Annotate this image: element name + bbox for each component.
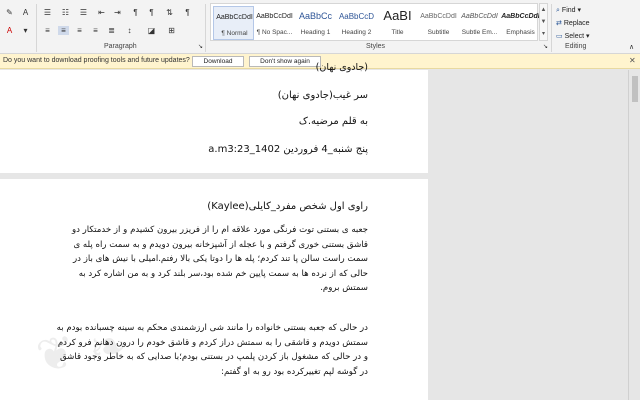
style-sample: AaBbCcDdI xyxy=(501,13,540,20)
chevron-up-icon[interactable]: ▲ xyxy=(540,4,547,16)
collapse-ribbon-icon[interactable]: ∧ xyxy=(626,43,637,52)
font-color-a-icon[interactable]: A xyxy=(20,8,31,17)
narrator-heading[interactable]: راوی اول شخص مفرد_کایلی(Kaylee) xyxy=(48,201,368,212)
bullets-icon[interactable]: ☰ xyxy=(42,8,53,17)
styles-group-label: Styles xyxy=(366,43,386,50)
align-left-icon[interactable]: ≡ xyxy=(42,26,53,35)
style-sample: AaBbCcDdI xyxy=(420,13,457,20)
style-name: Title xyxy=(391,29,404,36)
select-button[interactable]: ▭ Select ▾ xyxy=(556,32,590,40)
paragraph-group-label: Paragraph xyxy=(104,43,137,50)
style-name: Subtitle xyxy=(427,29,450,36)
vertical-scrollbar[interactable] xyxy=(628,70,640,400)
highlight-icon[interactable]: ✎ xyxy=(4,8,15,17)
style-sample: AaBbCcDdI xyxy=(461,13,498,20)
document-line[interactable]: پنج شنبه_4 فروردین 1402_a.m3:23 xyxy=(48,144,368,155)
paragraph[interactable]: جعبه ی بستنی توت فرنگی مورد علاقه ام را … xyxy=(56,223,368,296)
justify-icon[interactable]: ≡ xyxy=(90,26,101,35)
style-heading-2[interactable]: AaBbCcD Heading 2 xyxy=(336,6,377,40)
rtl-icon[interactable]: ¶ xyxy=(146,8,157,17)
decrease-indent-icon[interactable]: ⇤ xyxy=(96,8,107,17)
paragraph[interactable]: در حالی که جعبه بستنی خانواده را مانند ش… xyxy=(56,321,368,379)
select-label: Select xyxy=(564,33,585,40)
align-center-icon[interactable]: ≡ xyxy=(58,26,69,35)
style-sample: AaBI xyxy=(383,8,412,23)
document-page[interactable]: (جادوی نهان) سر غیب(جادوی نهان) به قلم م… xyxy=(0,62,428,173)
style-no-spacing[interactable]: AaBbCcDdI ¶ No Spac... xyxy=(254,6,295,40)
style-sample: AaBbCcDdI xyxy=(216,14,253,21)
style-name: ¶ Normal xyxy=(221,30,248,37)
font-color-icon[interactable]: A xyxy=(4,26,15,35)
borders-icon[interactable]: ⊞ xyxy=(166,26,177,35)
document-canvas: (جادوی نهان) سر غیب(جادوی نهان) به قلم م… xyxy=(0,62,640,400)
replace-icon: ⇄ xyxy=(556,20,562,27)
style-subtitle[interactable]: AaBbCcDdI Subtitle xyxy=(418,6,459,40)
ltr-icon[interactable]: ¶ xyxy=(130,8,141,17)
style-sample: AaBbCc xyxy=(298,11,333,21)
distributed-icon[interactable]: ≣ xyxy=(106,26,117,35)
align-right-icon[interactable]: ≡ xyxy=(74,26,85,35)
find-button[interactable]: ⌕ Find ▾ xyxy=(556,6,581,15)
document-line[interactable]: (جادوی نهان) xyxy=(48,62,368,73)
ribbon-separator xyxy=(36,4,37,52)
shading-icon[interactable]: ◪ xyxy=(146,26,157,35)
style-sample: AaBbCcDdI xyxy=(256,13,293,20)
replace-button[interactable]: ⇄ Replace xyxy=(556,19,590,27)
numbering-icon[interactable]: ☷ xyxy=(60,8,71,17)
search-icon: ⌕ xyxy=(556,7,560,14)
style-name: Heading 2 xyxy=(341,29,372,36)
document-page[interactable]: ❦ ❧ راوی اول شخص مفرد_کایلی(Kaylee) جعبه… xyxy=(0,179,428,400)
styles-gallery-scroll[interactable]: ▲ ▼ ▾ xyxy=(539,3,548,41)
replace-label: Replace xyxy=(563,20,590,27)
style-emphasis[interactable]: AaBbCcDdI Emphasis xyxy=(500,6,541,40)
select-icon: ▭ xyxy=(556,33,563,40)
sort-icon[interactable]: ⇅ xyxy=(164,8,175,17)
style-sample: AaBbCcD xyxy=(338,12,375,21)
editing-group-label: Editing xyxy=(565,43,587,50)
find-label: Find xyxy=(561,7,576,14)
ribbon: ✎ A A ▾ ☰ ☷ ☰ ⇤ ⇥ ¶ ¶ ⇅ ¶ ≡ ≡ ≡ ≡ ≣ ↕ ◪ … xyxy=(0,0,640,54)
document-line[interactable]: به قلم مرضیه.ک xyxy=(48,116,368,127)
increase-indent-icon[interactable]: ⇥ xyxy=(112,8,123,17)
document-line[interactable]: سر غیب(جادوی نهان) xyxy=(48,90,368,101)
style-title[interactable]: AaBI Title xyxy=(377,6,418,40)
style-normal[interactable]: AaBbCcDdI ¶ Normal xyxy=(213,6,254,40)
style-subtle-emphasis[interactable]: AaBbCcDdI Subtle Em... xyxy=(459,6,500,40)
ribbon-separator xyxy=(205,4,206,52)
styles-gallery: AaBbCcDdI ¶ Normal AaBbCcDdI ¶ No Spac..… xyxy=(210,3,541,41)
styles-dialog-launcher-icon[interactable]: ↘ xyxy=(540,43,551,52)
ribbon-separator xyxy=(551,4,552,52)
style-name: Emphasis xyxy=(506,29,535,36)
show-marks-icon[interactable]: ¶ xyxy=(182,8,193,17)
style-name: ¶ No Spac... xyxy=(256,29,293,36)
scrollbar-thumb[interactable] xyxy=(632,76,638,102)
style-name: Heading 1 xyxy=(300,29,331,36)
dropdown-arrow-icon[interactable]: ▾ xyxy=(20,26,31,35)
chevron-down-icon[interactable]: ▼ xyxy=(540,16,547,28)
multilevel-list-icon[interactable]: ☰ xyxy=(78,8,89,17)
style-heading-1[interactable]: AaBbCc Heading 1 xyxy=(295,6,336,40)
line-spacing-icon[interactable]: ↕ xyxy=(124,26,135,35)
close-icon[interactable]: ✕ xyxy=(629,56,636,65)
style-name: Subtle Em... xyxy=(461,29,498,36)
more-styles-icon[interactable]: ▾ xyxy=(540,28,547,40)
